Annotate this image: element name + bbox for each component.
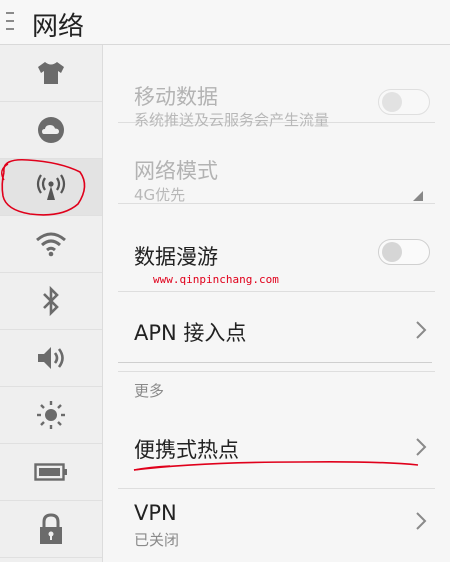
chevron-right-icon [416,438,427,456]
sidebar-item-cellular[interactable] [0,159,102,216]
mobile-data-row[interactable]: 移动数据 系统推送及云服务会产生流量 [118,45,435,129]
network-mode-value: 4G优先 [134,186,186,204]
hotspot-row[interactable]: 便携式热点 [118,409,435,489]
settings-sidebar [0,45,103,562]
sidebar-item-lock[interactable] [0,501,102,558]
cloud-icon [38,117,64,143]
volume-icon [38,347,64,369]
brightness-icon [37,401,65,429]
sidebar-item-volume[interactable] [0,330,102,387]
sidebar-item-wifi[interactable] [0,216,102,273]
dropdown-corner-icon [413,191,423,201]
apn-title: APN 接入点 [134,321,247,345]
battery-icon [34,463,67,481]
sidebar-item-theme[interactable] [0,45,102,102]
apn-row[interactable]: APN 接入点 [118,292,435,372]
cellular-antenna-icon [36,174,66,200]
chevron-right-icon [416,512,427,530]
vpn-title: VPN [134,501,177,525]
menu-icon[interactable] [6,12,16,32]
settings-panel: 移动数据 系统推送及云服务会产生流量 网络模式 4G优先 数据漫游 APN 接入… [103,45,450,562]
chevron-right-icon [416,321,427,339]
wifi-icon [36,232,66,257]
vpn-row[interactable]: VPN 已关闭 [118,489,435,562]
section-more-label: 更多 [134,382,165,400]
lock-icon [40,513,62,544]
data-roaming-title: 数据漫游 [134,245,218,269]
mobile-data-title: 移动数据 [134,85,218,109]
sidebar-item-battery[interactable] [0,444,102,501]
theme-shirt-icon [38,62,64,84]
page-title: 网络 [32,12,85,42]
mobile-data-toggle[interactable] [378,89,430,115]
watermark-text: www.qinpinchang.com [153,273,279,286]
top-bar: 网络 [0,0,450,45]
network-mode-title: 网络模式 [134,159,218,183]
sidebar-item-bluetooth[interactable] [0,273,102,330]
vpn-subtitle: 已关闭 [134,531,180,549]
section-divider [118,362,432,363]
sidebar-item-cloud[interactable] [0,102,102,159]
sidebar-item-brightness[interactable] [0,387,102,444]
hotspot-title: 便携式热点 [134,438,239,462]
bluetooth-icon [43,285,59,317]
network-mode-row[interactable]: 网络模式 4G优先 [118,123,435,204]
data-roaming-toggle[interactable] [378,239,430,265]
